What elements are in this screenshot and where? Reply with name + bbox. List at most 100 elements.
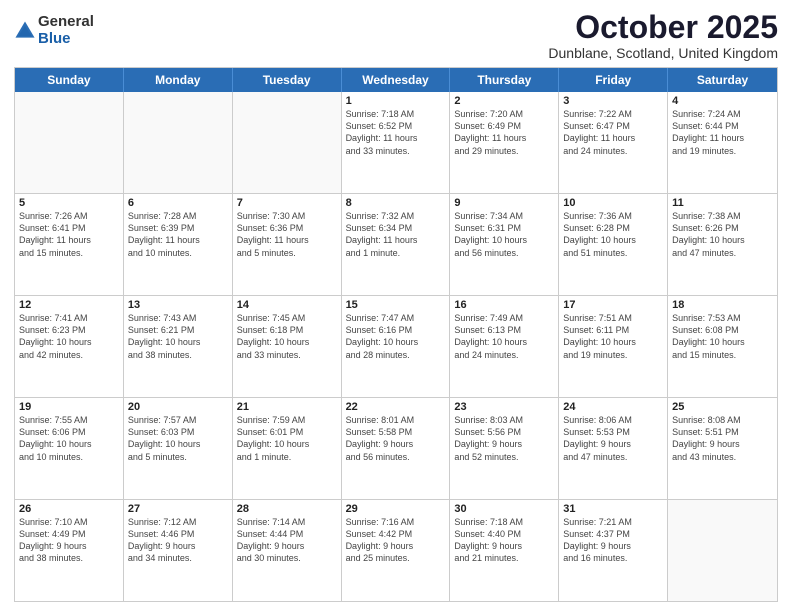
day-number: 28	[237, 503, 337, 515]
header-day-tuesday: Tuesday	[233, 68, 342, 92]
day-info: Sunrise: 7:24 AM Sunset: 6:44 PM Dayligh…	[672, 108, 773, 157]
day-number: 27	[128, 503, 228, 515]
day-info: Sunrise: 7:55 AM Sunset: 6:06 PM Dayligh…	[19, 414, 119, 463]
cal-cell-day-26: 26Sunrise: 7:10 AM Sunset: 4:49 PM Dayli…	[15, 500, 124, 601]
day-number: 25	[672, 401, 773, 413]
header-day-thursday: Thursday	[450, 68, 559, 92]
day-info: Sunrise: 7:43 AM Sunset: 6:21 PM Dayligh…	[128, 312, 228, 361]
cal-cell-day-31: 31Sunrise: 7:21 AM Sunset: 4:37 PM Dayli…	[559, 500, 668, 601]
day-number: 10	[563, 197, 663, 209]
day-info: Sunrise: 7:18 AM Sunset: 4:40 PM Dayligh…	[454, 516, 554, 565]
cal-row-4: 26Sunrise: 7:10 AM Sunset: 4:49 PM Dayli…	[15, 500, 777, 601]
cal-cell-day-4: 4Sunrise: 7:24 AM Sunset: 6:44 PM Daylig…	[668, 92, 777, 193]
day-number: 9	[454, 197, 554, 209]
day-number: 1	[346, 95, 446, 107]
cal-cell-day-28: 28Sunrise: 7:14 AM Sunset: 4:44 PM Dayli…	[233, 500, 342, 601]
day-info: Sunrise: 7:49 AM Sunset: 6:13 PM Dayligh…	[454, 312, 554, 361]
day-number: 22	[346, 401, 446, 413]
logo-general: General	[38, 14, 94, 31]
logo-icon	[14, 20, 36, 42]
header-day-friday: Friday	[559, 68, 668, 92]
header: General Blue October 2025 Dunblane, Scot…	[14, 10, 778, 61]
header-day-wednesday: Wednesday	[342, 68, 451, 92]
day-info: Sunrise: 7:22 AM Sunset: 6:47 PM Dayligh…	[563, 108, 663, 157]
cal-cell-day-23: 23Sunrise: 8:03 AM Sunset: 5:56 PM Dayli…	[450, 398, 559, 499]
day-number: 6	[128, 197, 228, 209]
cal-cell-day-25: 25Sunrise: 8:08 AM Sunset: 5:51 PM Dayli…	[668, 398, 777, 499]
cal-cell-day-14: 14Sunrise: 7:45 AM Sunset: 6:18 PM Dayli…	[233, 296, 342, 397]
day-number: 17	[563, 299, 663, 311]
day-info: Sunrise: 7:10 AM Sunset: 4:49 PM Dayligh…	[19, 516, 119, 565]
cal-cell-day-9: 9Sunrise: 7:34 AM Sunset: 6:31 PM Daylig…	[450, 194, 559, 295]
cal-cell-day-27: 27Sunrise: 7:12 AM Sunset: 4:46 PM Dayli…	[124, 500, 233, 601]
day-number: 3	[563, 95, 663, 107]
cal-cell-day-30: 30Sunrise: 7:18 AM Sunset: 4:40 PM Dayli…	[450, 500, 559, 601]
day-info: Sunrise: 7:59 AM Sunset: 6:01 PM Dayligh…	[237, 414, 337, 463]
day-number: 2	[454, 95, 554, 107]
cal-cell-day-16: 16Sunrise: 7:49 AM Sunset: 6:13 PM Dayli…	[450, 296, 559, 397]
day-info: Sunrise: 7:51 AM Sunset: 6:11 PM Dayligh…	[563, 312, 663, 361]
title-block: October 2025 Dunblane, Scotland, United …	[548, 10, 778, 61]
day-info: Sunrise: 7:36 AM Sunset: 6:28 PM Dayligh…	[563, 210, 663, 259]
cal-cell-day-1: 1Sunrise: 7:18 AM Sunset: 6:52 PM Daylig…	[342, 92, 451, 193]
day-info: Sunrise: 7:38 AM Sunset: 6:26 PM Dayligh…	[672, 210, 773, 259]
calendar: SundayMondayTuesdayWednesdayThursdayFrid…	[14, 67, 778, 602]
day-number: 4	[672, 95, 773, 107]
logo: General Blue	[14, 14, 94, 47]
cal-cell-day-10: 10Sunrise: 7:36 AM Sunset: 6:28 PM Dayli…	[559, 194, 668, 295]
day-number: 30	[454, 503, 554, 515]
day-info: Sunrise: 8:03 AM Sunset: 5:56 PM Dayligh…	[454, 414, 554, 463]
calendar-body: 1Sunrise: 7:18 AM Sunset: 6:52 PM Daylig…	[15, 92, 777, 601]
day-info: Sunrise: 7:20 AM Sunset: 6:49 PM Dayligh…	[454, 108, 554, 157]
cal-cell-day-2: 2Sunrise: 7:20 AM Sunset: 6:49 PM Daylig…	[450, 92, 559, 193]
day-number: 26	[19, 503, 119, 515]
cal-row-0: 1Sunrise: 7:18 AM Sunset: 6:52 PM Daylig…	[15, 92, 777, 194]
day-info: Sunrise: 7:12 AM Sunset: 4:46 PM Dayligh…	[128, 516, 228, 565]
cal-cell-day-8: 8Sunrise: 7:32 AM Sunset: 6:34 PM Daylig…	[342, 194, 451, 295]
cal-cell-day-29: 29Sunrise: 7:16 AM Sunset: 4:42 PM Dayli…	[342, 500, 451, 601]
cal-cell-day-7: 7Sunrise: 7:30 AM Sunset: 6:36 PM Daylig…	[233, 194, 342, 295]
cal-cell-day-17: 17Sunrise: 7:51 AM Sunset: 6:11 PM Dayli…	[559, 296, 668, 397]
day-info: Sunrise: 7:26 AM Sunset: 6:41 PM Dayligh…	[19, 210, 119, 259]
cal-row-2: 12Sunrise: 7:41 AM Sunset: 6:23 PM Dayli…	[15, 296, 777, 398]
day-info: Sunrise: 7:16 AM Sunset: 4:42 PM Dayligh…	[346, 516, 446, 565]
day-number: 16	[454, 299, 554, 311]
day-info: Sunrise: 7:34 AM Sunset: 6:31 PM Dayligh…	[454, 210, 554, 259]
day-number: 20	[128, 401, 228, 413]
cal-cell-day-12: 12Sunrise: 7:41 AM Sunset: 6:23 PM Dayli…	[15, 296, 124, 397]
cal-cell-day-11: 11Sunrise: 7:38 AM Sunset: 6:26 PM Dayli…	[668, 194, 777, 295]
cal-cell-day-22: 22Sunrise: 8:01 AM Sunset: 5:58 PM Dayli…	[342, 398, 451, 499]
page: General Blue October 2025 Dunblane, Scot…	[0, 0, 792, 612]
day-info: Sunrise: 8:08 AM Sunset: 5:51 PM Dayligh…	[672, 414, 773, 463]
calendar-header: SundayMondayTuesdayWednesdayThursdayFrid…	[15, 68, 777, 92]
cal-cell-day-18: 18Sunrise: 7:53 AM Sunset: 6:08 PM Dayli…	[668, 296, 777, 397]
cal-cell-empty	[124, 92, 233, 193]
cal-cell-empty	[15, 92, 124, 193]
cal-cell-day-19: 19Sunrise: 7:55 AM Sunset: 6:06 PM Dayli…	[15, 398, 124, 499]
day-info: Sunrise: 7:57 AM Sunset: 6:03 PM Dayligh…	[128, 414, 228, 463]
cal-cell-empty	[233, 92, 342, 193]
day-info: Sunrise: 7:21 AM Sunset: 4:37 PM Dayligh…	[563, 516, 663, 565]
day-info: Sunrise: 7:53 AM Sunset: 6:08 PM Dayligh…	[672, 312, 773, 361]
cal-cell-day-6: 6Sunrise: 7:28 AM Sunset: 6:39 PM Daylig…	[124, 194, 233, 295]
day-info: Sunrise: 7:32 AM Sunset: 6:34 PM Dayligh…	[346, 210, 446, 259]
cal-cell-day-15: 15Sunrise: 7:47 AM Sunset: 6:16 PM Dayli…	[342, 296, 451, 397]
day-number: 18	[672, 299, 773, 311]
logo-text: General Blue	[38, 14, 94, 47]
day-number: 7	[237, 197, 337, 209]
cal-cell-day-3: 3Sunrise: 7:22 AM Sunset: 6:47 PM Daylig…	[559, 92, 668, 193]
day-number: 11	[672, 197, 773, 209]
month-title: October 2025	[548, 10, 778, 45]
day-number: 24	[563, 401, 663, 413]
day-info: Sunrise: 7:41 AM Sunset: 6:23 PM Dayligh…	[19, 312, 119, 361]
day-number: 13	[128, 299, 228, 311]
day-number: 15	[346, 299, 446, 311]
day-info: Sunrise: 7:30 AM Sunset: 6:36 PM Dayligh…	[237, 210, 337, 259]
cal-cell-day-21: 21Sunrise: 7:59 AM Sunset: 6:01 PM Dayli…	[233, 398, 342, 499]
day-info: Sunrise: 7:28 AM Sunset: 6:39 PM Dayligh…	[128, 210, 228, 259]
logo-blue: Blue	[38, 31, 94, 48]
header-day-sunday: Sunday	[15, 68, 124, 92]
cal-row-3: 19Sunrise: 7:55 AM Sunset: 6:06 PM Dayli…	[15, 398, 777, 500]
day-number: 19	[19, 401, 119, 413]
day-info: Sunrise: 7:47 AM Sunset: 6:16 PM Dayligh…	[346, 312, 446, 361]
